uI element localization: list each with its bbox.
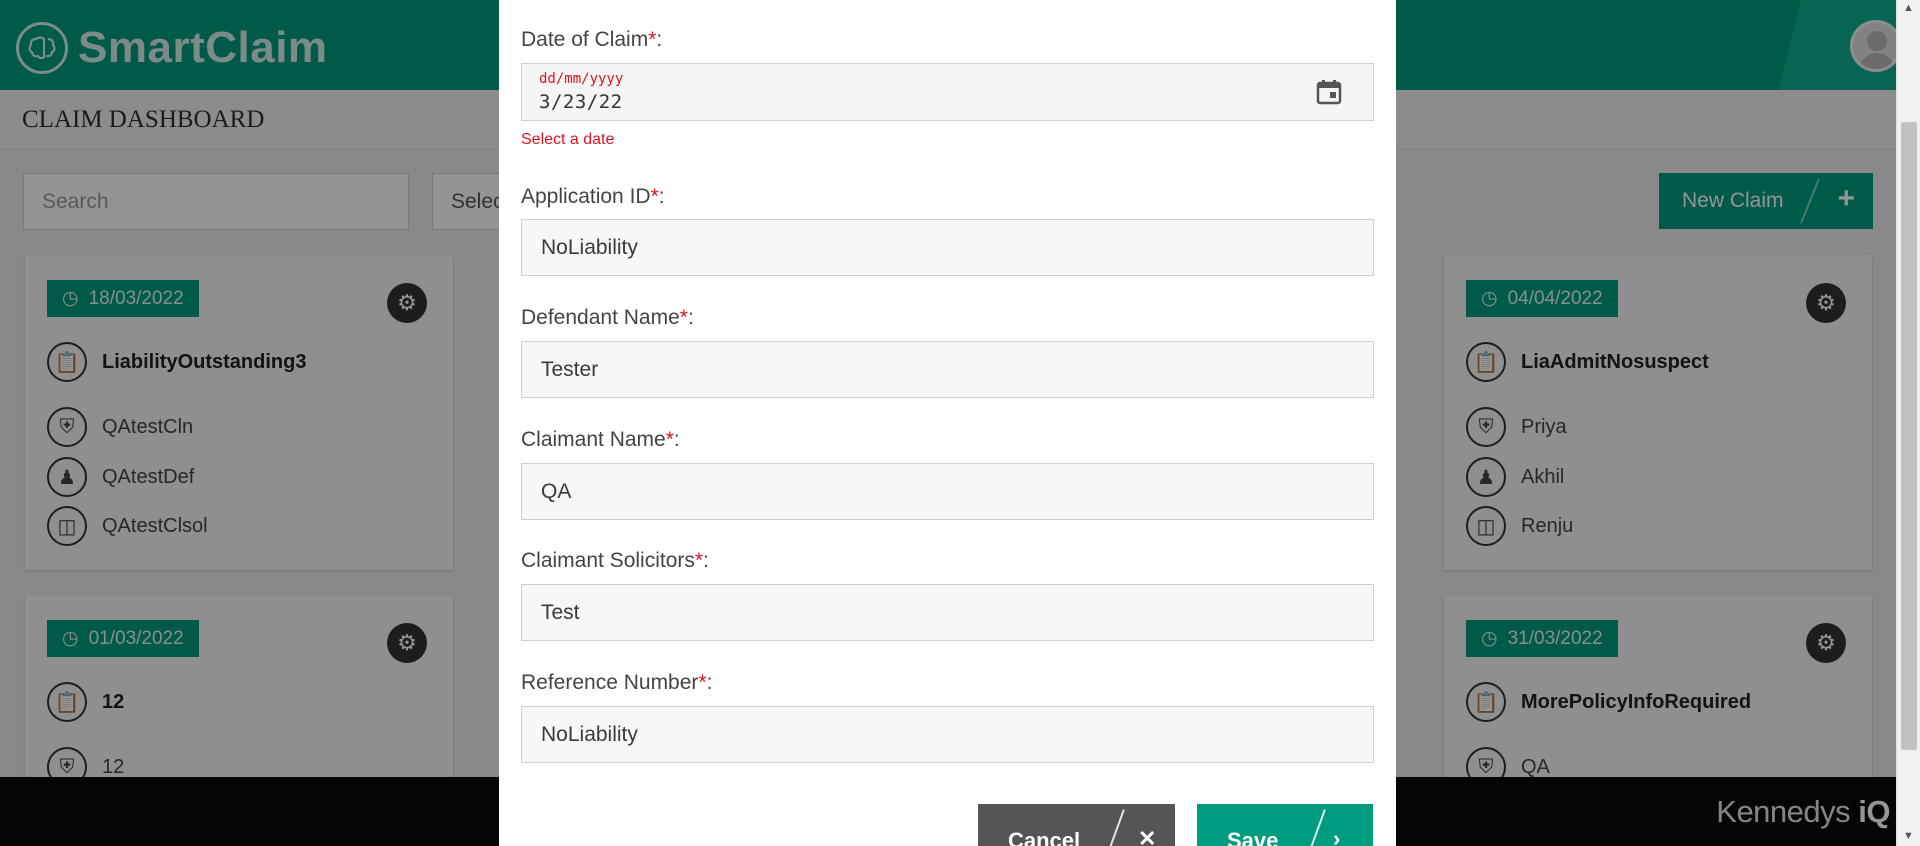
save-label: Save xyxy=(1227,828,1279,846)
label-text: Claimant Solicitors xyxy=(521,549,695,572)
label-colon: : xyxy=(658,185,665,208)
scroll-down-icon[interactable]: ▼ xyxy=(1903,830,1914,842)
application-id-field[interactable]: NoLiability xyxy=(521,219,1374,276)
claimant-name-label: Claimant Name*: xyxy=(521,428,680,452)
close-icon: ✕ xyxy=(1138,826,1157,846)
claimant-name-field[interactable]: QA xyxy=(521,463,1374,520)
scroll-up-icon[interactable]: ▲ xyxy=(1903,2,1914,14)
date-error-message: Select a date xyxy=(521,131,615,148)
claimant-solicitors-field[interactable]: Test xyxy=(521,584,1374,641)
required-mark: * xyxy=(650,185,659,208)
label-text: Reference Number xyxy=(521,671,699,694)
required-mark: * xyxy=(698,671,707,694)
reference-number-label: Reference Number*: xyxy=(521,671,712,695)
chevron-right-icon: › xyxy=(1333,826,1341,846)
required-mark: * xyxy=(665,428,674,451)
label-text: Defendant Name xyxy=(521,306,680,329)
date-of-claim-input[interactable]: dd/mm/yyyy 3/23/22 xyxy=(521,63,1374,121)
label-colon: : xyxy=(703,549,709,572)
label-colon: : xyxy=(706,671,713,694)
claim-form-modal: Date of Claim*: dd/mm/yyyy 3/23/22 Selec… xyxy=(499,0,1396,846)
defendant-name-field[interactable]: Tester xyxy=(521,341,1374,398)
label-colon: : xyxy=(673,428,680,451)
application-id-label: Application ID*: xyxy=(521,185,665,209)
reference-number-field[interactable]: NoLiability xyxy=(521,706,1374,763)
label-text: Claimant Name xyxy=(521,428,666,451)
claimant-solicitors-label: Claimant Solicitors*: xyxy=(521,549,709,573)
scrollbar-thumb[interactable] xyxy=(1901,122,1917,750)
required-mark: * xyxy=(694,549,704,572)
date-placeholder: dd/mm/yyyy xyxy=(539,71,624,87)
required-mark: * xyxy=(679,306,688,329)
date-of-claim-label: Date of Claim*: xyxy=(521,28,662,52)
label-colon: : xyxy=(656,28,663,51)
button-divider xyxy=(1306,809,1326,846)
date-value: 3/23/22 xyxy=(539,91,623,113)
defendant-name-label: Defendant Name*: xyxy=(521,306,694,330)
button-divider xyxy=(1105,809,1125,846)
label-text: Date of Claim xyxy=(521,28,649,51)
page-scrollbar[interactable]: ▲ ▼ xyxy=(1896,0,1920,846)
cancel-button[interactable]: Cancel ✕ xyxy=(978,804,1175,846)
label-colon: : xyxy=(687,306,694,329)
label-text: Application ID xyxy=(521,185,651,208)
calendar-icon[interactable] xyxy=(1315,78,1343,106)
save-button[interactable]: Save › xyxy=(1197,804,1373,846)
cancel-label: Cancel xyxy=(1008,828,1081,846)
